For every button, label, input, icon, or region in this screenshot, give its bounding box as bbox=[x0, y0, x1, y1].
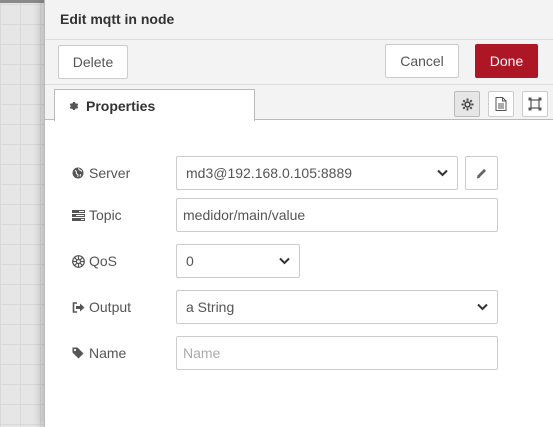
appearance-icon bbox=[528, 97, 542, 111]
qos-select-value: 0 bbox=[186, 253, 194, 269]
output-select[interactable]: a String bbox=[176, 290, 498, 324]
tab-properties[interactable]: Properties bbox=[54, 89, 255, 121]
server-select[interactable]: md3@192.168.0.105:8889 bbox=[176, 156, 458, 190]
server-row: Server md3@192.168.0.105:8889 bbox=[45, 156, 553, 190]
node-settings-tab-button[interactable] bbox=[454, 91, 480, 117]
tag-icon bbox=[72, 347, 88, 359]
chevron-down-icon bbox=[437, 169, 448, 177]
tasks-icon bbox=[72, 209, 88, 221]
sign-out-icon bbox=[72, 301, 88, 313]
topic-input-value: medidor/main/value bbox=[183, 207, 306, 223]
topic-label: Topic bbox=[72, 198, 122, 232]
delete-button[interactable]: Delete bbox=[58, 45, 128, 79]
qos-label: QoS bbox=[72, 244, 117, 278]
topic-input[interactable]: medidor/main/value bbox=[176, 198, 498, 232]
edit-node-tray: Edit mqtt in node Delete Cancel Done Pro… bbox=[44, 0, 553, 427]
dialog-title: Edit mqtt in node bbox=[60, 11, 175, 27]
qos-select[interactable]: 0 bbox=[176, 244, 300, 278]
output-select-value: a String bbox=[186, 299, 235, 315]
node-appearance-tab-button[interactable] bbox=[522, 91, 548, 117]
name-row: Name bbox=[45, 336, 553, 370]
qos-row: QoS 0 bbox=[45, 244, 553, 278]
cancel-button[interactable]: Cancel bbox=[385, 44, 459, 78]
pencil-icon bbox=[476, 168, 487, 179]
done-button[interactable]: Done bbox=[475, 44, 538, 78]
output-label: Output bbox=[72, 290, 131, 324]
edit-server-button[interactable] bbox=[465, 156, 498, 190]
empire-icon bbox=[72, 254, 88, 268]
topic-row: Topic medidor/main/value bbox=[45, 198, 553, 232]
chevron-down-icon bbox=[279, 257, 290, 265]
tray-header: Edit mqtt in node bbox=[45, 0, 553, 40]
tray-toolbar: Delete Cancel Done bbox=[45, 40, 553, 85]
server-select-value: md3@192.168.0.105:8889 bbox=[186, 165, 353, 181]
server-label: Server bbox=[72, 156, 130, 190]
tabs-row: Properties bbox=[45, 85, 553, 121]
name-input[interactable] bbox=[176, 336, 498, 370]
name-label: Name bbox=[72, 336, 126, 370]
output-row: Output a String bbox=[45, 290, 553, 324]
gear-icon bbox=[461, 98, 474, 111]
gear-icon bbox=[68, 100, 80, 112]
file-text-icon bbox=[495, 97, 507, 111]
node-description-tab-button[interactable] bbox=[488, 91, 514, 117]
chevron-down-icon bbox=[477, 303, 488, 311]
tab-properties-label: Properties bbox=[86, 97, 156, 114]
globe-icon bbox=[72, 167, 88, 179]
